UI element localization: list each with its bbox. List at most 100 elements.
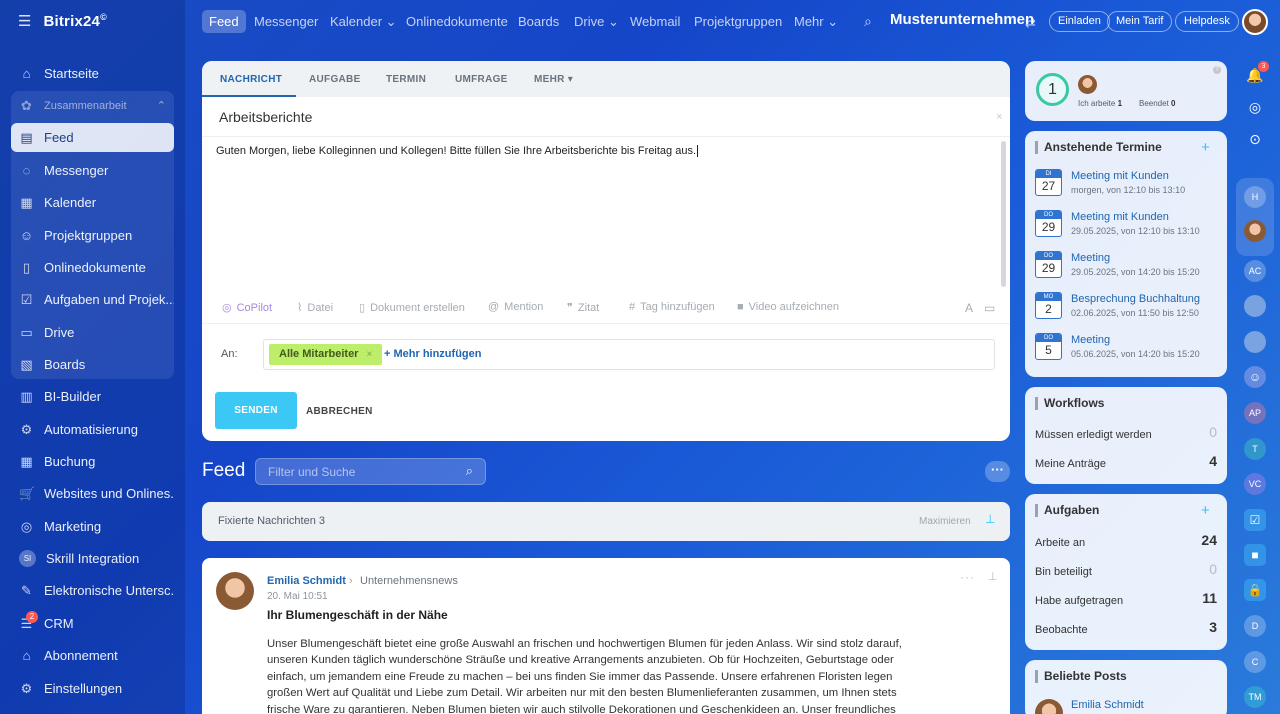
post-title-input[interactable]: Arbeitsberichte bbox=[219, 109, 312, 125]
add-recipient-link[interactable]: + Mehr hinzufügen bbox=[384, 348, 481, 360]
chat-avatar[interactable] bbox=[1244, 220, 1266, 242]
tab-umfrage[interactable]: UMFRAGE bbox=[455, 74, 508, 85]
switch-icon[interactable]: ⇄ bbox=[1025, 11, 1036, 34]
tab-onlinedokumente[interactable]: Onlinedokumente bbox=[406, 10, 508, 33]
add-task-icon[interactable]: + bbox=[1201, 502, 1210, 519]
chat-avatar[interactable]: TM bbox=[1244, 686, 1266, 708]
send-button[interactable]: SENDEN bbox=[215, 392, 297, 429]
sidebar-item-websites[interactable]: 🛒 Websites und Onlines... bbox=[11, 479, 174, 508]
pinned-messages-bar[interactable]: Fixierte Nachrichten 3 Maximieren ⊥ bbox=[202, 502, 1010, 541]
workflows-title[interactable]: Workflows bbox=[1035, 397, 1104, 410]
sidebar-item-boards[interactable]: ▧ Boards bbox=[11, 350, 174, 379]
timer-circle[interactable]: 1 bbox=[1036, 73, 1069, 106]
event-item[interactable]: MO 2 Besprechung Buchhaltung 02.06.2025, … bbox=[1035, 292, 1220, 328]
sidebar-item-aufgaben[interactable]: ☑ Aufgaben und Projek... bbox=[11, 285, 174, 314]
sidebar-item-bi-builder[interactable]: ▥ BI-Builder bbox=[11, 382, 174, 411]
sidebar-item-abonnement[interactable]: ⌂ Abonnement bbox=[11, 641, 174, 670]
sidebar-item-drive[interactable]: ▭ Drive bbox=[11, 318, 174, 347]
helpdesk-button[interactable]: Helpdesk bbox=[1175, 11, 1239, 32]
tab-kalender[interactable]: Kalender ⌄ bbox=[330, 10, 397, 33]
logo[interactable]: ☰ Bitrix24© bbox=[18, 12, 107, 30]
cancel-button[interactable]: ABBRECHEN bbox=[306, 406, 373, 417]
popular-posts-title[interactable]: Beliebte Posts bbox=[1035, 670, 1127, 683]
tab-boards[interactable]: Boards bbox=[518, 10, 559, 33]
add-event-icon[interactable]: + bbox=[1201, 139, 1210, 156]
recipient-selector[interactable]: Alle Mitarbeiter × + Mehr hinzufügen bbox=[263, 339, 995, 370]
tariff-button[interactable]: Mein Tarif bbox=[1107, 11, 1173, 32]
search-icon[interactable]: ⌕ bbox=[864, 10, 872, 33]
tab-messenger[interactable]: Messenger bbox=[254, 10, 318, 33]
file-button[interactable]: ⌇ Datei bbox=[297, 301, 333, 314]
sidebar-item-messenger[interactable]: ◌ Messenger bbox=[11, 156, 174, 185]
feed-search-input[interactable]: Filter und Suche ⌕ bbox=[255, 458, 486, 485]
group-chat-icon[interactable]: ☺ bbox=[1244, 366, 1266, 388]
sidebar-item-einstellungen[interactable]: ⚙ Einstellungen bbox=[11, 674, 174, 703]
chat-avatar[interactable]: AP bbox=[1244, 402, 1266, 424]
post-author[interactable]: Emilia Schmidt bbox=[267, 575, 346, 587]
sidebar-item-feed[interactable]: ▤ Feed bbox=[11, 123, 174, 152]
chat-avatar[interactable]: AC bbox=[1244, 260, 1266, 282]
maximize-link[interactable]: Maximieren bbox=[919, 516, 971, 527]
tab-mehr[interactable]: MEHR ▾ bbox=[534, 74, 573, 85]
sidebar-item-kalender[interactable]: ▦ Kalender bbox=[11, 188, 174, 217]
copilot-rail-icon[interactable]: ◎ bbox=[1244, 96, 1266, 118]
task-row[interactable]: Arbeite an 24 bbox=[1035, 532, 1217, 549]
copilot-button[interactable]: ◎ CoPilot bbox=[222, 301, 272, 314]
lock-icon[interactable]: 🔒 bbox=[1244, 579, 1266, 601]
mention-button[interactable]: @ Mention bbox=[488, 301, 543, 313]
sidebar-item-signatur[interactable]: ✎ Elektronische Untersc... bbox=[11, 576, 174, 605]
sidebar-group-zusammenarbeit[interactable]: ✿ Zusammenarbeit ⌃ bbox=[11, 91, 174, 120]
quote-button[interactable]: ❞ Zitat bbox=[567, 301, 599, 314]
post-date[interactable]: 20. Mai 10:51 bbox=[267, 591, 328, 602]
event-item[interactable]: DI 27 Meeting mit Kunden morgen, von 12:1… bbox=[1035, 169, 1220, 205]
video-call-icon[interactable]: ■ bbox=[1244, 544, 1266, 566]
company-name[interactable]: Musterunternehmen bbox=[890, 11, 1034, 28]
chat-avatar[interactable]: D bbox=[1244, 615, 1266, 637]
upcoming-events-title[interactable]: Anstehende Termine bbox=[1035, 141, 1162, 154]
tab-projektgruppen[interactable]: Projektgruppen bbox=[694, 10, 782, 33]
panel-toggle-icon[interactable]: ▭ bbox=[984, 301, 995, 315]
chat-avatar[interactable]: C bbox=[1244, 651, 1266, 673]
tab-aufgabe[interactable]: AUFGABE bbox=[309, 74, 361, 85]
tab-webmail[interactable]: Webmail bbox=[630, 10, 680, 33]
sidebar-item-onlinedokumente[interactable]: ▯ Onlinedokumente bbox=[11, 253, 174, 282]
record-video-button[interactable]: ■ Video aufzeichnen bbox=[737, 301, 839, 313]
pin-icon[interactable]: ⊥ bbox=[985, 512, 995, 526]
sidebar-item-projektgruppen[interactable]: ☺ Projektgruppen bbox=[11, 221, 174, 250]
work-timer-card[interactable]: 1 Ich arbeite 1 Beendet 0 ? bbox=[1025, 61, 1227, 121]
author-avatar[interactable] bbox=[216, 572, 254, 610]
chat-avatar[interactable]: VC bbox=[1244, 473, 1266, 495]
tab-drive[interactable]: Drive ⌄ bbox=[574, 10, 619, 33]
add-tag-button[interactable]: # Tag hinzufügen bbox=[629, 301, 715, 313]
search-icon[interactable]: ⌕ bbox=[466, 463, 473, 479]
tasks-title[interactable]: Aufgaben bbox=[1035, 504, 1099, 517]
remove-recipient-icon[interactable]: × bbox=[366, 349, 372, 360]
event-item[interactable]: DO 5 Meeting 05.06.2025, von 14:20 bis 15… bbox=[1035, 333, 1220, 369]
task-row[interactable]: Bin beteiligt 0 bbox=[1035, 561, 1217, 578]
invite-button[interactable]: Einladen bbox=[1049, 11, 1110, 32]
tab-mehr[interactable]: Mehr ⌄ bbox=[794, 10, 838, 33]
editor-scrollbar[interactable] bbox=[1001, 141, 1006, 287]
close-icon[interactable]: × bbox=[996, 111, 1002, 123]
chat-avatar[interactable] bbox=[1244, 331, 1266, 353]
sidebar-item-marketing[interactable]: ◎ Marketing bbox=[11, 512, 174, 541]
tab-termin[interactable]: TERMIN bbox=[386, 74, 426, 85]
sidebar-item-buchung[interactable]: ▦ Buchung bbox=[11, 447, 174, 476]
task-row[interactable]: Habe aufgetragen 11 bbox=[1035, 590, 1217, 607]
event-item[interactable]: DO 29 Meeting mit Kunden 29.05.2025, von … bbox=[1035, 210, 1220, 246]
popular-post-author[interactable]: Emilia Schmidt bbox=[1071, 699, 1144, 711]
sidebar-item-automatisierung[interactable]: ⚙ Automatisierung bbox=[11, 415, 174, 444]
feed-more-button[interactable]: ··· bbox=[985, 461, 1010, 482]
tab-feed[interactable]: Feed bbox=[202, 10, 246, 33]
task-row[interactable]: Beobachte 3 bbox=[1035, 619, 1217, 636]
tab-nachricht[interactable]: NACHRICHT bbox=[220, 74, 282, 85]
create-document-button[interactable]: ▯ Dokument erstellen bbox=[359, 301, 465, 314]
sidebar-item-startseite[interactable]: ⌂ Startseite bbox=[11, 59, 174, 88]
search-chat-icon[interactable]: ⊙ bbox=[1244, 128, 1266, 150]
help-icon[interactable]: ? bbox=[1213, 66, 1221, 74]
menu-burger-icon[interactable]: ☰ bbox=[18, 12, 31, 30]
workflow-row[interactable]: Müssen erledigt werden 0 bbox=[1035, 424, 1217, 441]
text-format-icon[interactable]: A bbox=[965, 301, 973, 315]
event-item[interactable]: DO 29 Meeting 29.05.2025, von 14:20 bis 1… bbox=[1035, 251, 1220, 287]
post-body-editor[interactable]: Guten Morgen, liebe Kolleginnen und Koll… bbox=[216, 145, 699, 157]
